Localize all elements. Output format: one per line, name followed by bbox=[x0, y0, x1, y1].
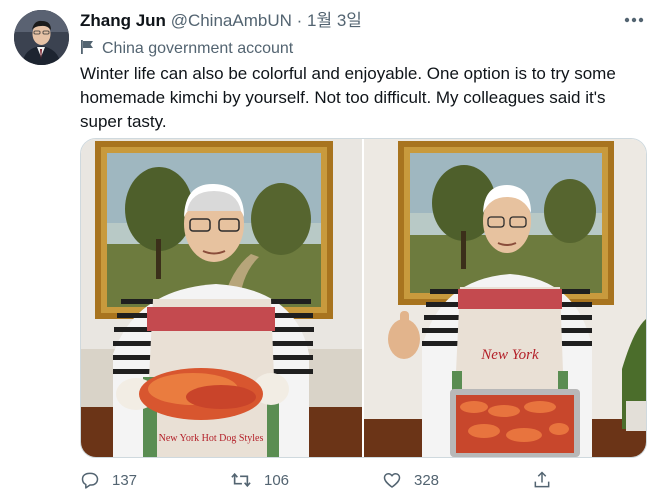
tweet-text: Winter life can also be colorful and enj… bbox=[80, 64, 616, 131]
reply-button[interactable]: 137 bbox=[80, 468, 137, 492]
apron-text-right: New York bbox=[480, 347, 539, 363]
author-name[interactable]: Zhang Jun bbox=[80, 11, 166, 30]
tweet: Zhang Jun @ChinaAmbUN · 1월 3일 China gove… bbox=[0, 0, 658, 500]
apron-text-left: New York Hot Dog Styles bbox=[159, 433, 264, 444]
share-icon bbox=[532, 470, 552, 490]
photo-right[interactable]: New York bbox=[364, 139, 646, 457]
flag-icon bbox=[80, 39, 94, 60]
retweet-button[interactable]: 106 bbox=[230, 468, 289, 492]
like-icon bbox=[382, 470, 402, 490]
reply-icon bbox=[80, 470, 100, 490]
avatar[interactable] bbox=[14, 10, 69, 65]
photo-left[interactable]: New York Hot Dog Styles bbox=[81, 139, 362, 457]
retweet-count: 106 bbox=[264, 471, 290, 489]
government-account-label[interactable]: China government account bbox=[80, 38, 293, 60]
retweet-icon bbox=[230, 470, 252, 490]
reply-count: 137 bbox=[112, 471, 138, 489]
action-bar: 137 106 328 bbox=[80, 468, 560, 492]
header-separator: · bbox=[296, 11, 303, 30]
media-grid: New York Hot Dog Styles New York bbox=[80, 138, 647, 458]
like-count: 328 bbox=[414, 471, 440, 489]
author-handle[interactable]: @ChinaAmbUN bbox=[171, 11, 292, 30]
account-label-text: China government account bbox=[102, 40, 294, 57]
share-button[interactable] bbox=[532, 468, 552, 492]
tweet-header: Zhang Jun @ChinaAmbUN · 1월 3일 bbox=[80, 10, 648, 34]
like-button[interactable]: 328 bbox=[382, 468, 439, 492]
more-icon[interactable] bbox=[622, 12, 646, 28]
tweet-date[interactable]: 1월 3일 bbox=[307, 11, 362, 30]
